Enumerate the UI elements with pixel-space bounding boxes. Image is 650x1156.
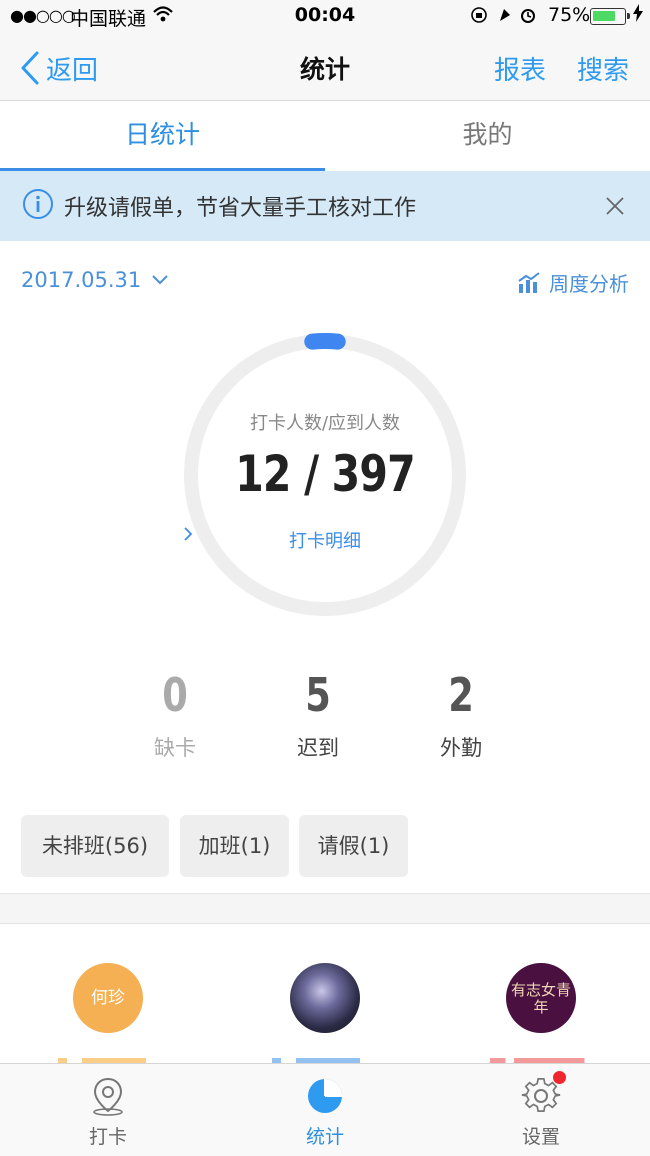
stat-field-work[interactable]: 2 外勤 <box>401 668 521 762</box>
battery-level <box>593 11 615 21</box>
ring-caption: 打卡人数/应到人数 <box>249 413 401 434</box>
back-button[interactable]: 返回 <box>20 48 98 88</box>
charging-icon <box>632 3 644 28</box>
info-icon <box>23 189 53 219</box>
battery-icon <box>590 8 630 25</box>
status-icons <box>470 4 544 31</box>
tabbar-label: 统计 <box>305 1126 344 1148</box>
date-selector[interactable]: 2017.05.31 <box>21 268 169 292</box>
chip-overtime[interactable]: 加班(1) <box>180 815 289 877</box>
bar-chart-icon <box>518 271 540 293</box>
stat-label: 迟到 <box>297 736 339 760</box>
tabbar-label: 设置 <box>521 1126 560 1148</box>
stat-label: 缺卡 <box>154 736 196 760</box>
tabbar-punch[interactable]: 打卡 <box>48 1064 168 1156</box>
date-value: 2017.05.31 <box>21 268 142 292</box>
stat-label: 外勤 <box>440 736 482 760</box>
tabbar-label: 打卡 <box>88 1126 127 1148</box>
location-pin-icon <box>93 1077 123 1116</box>
report-button[interactable]: 报表 <box>494 50 546 87</box>
tabbar-stats[interactable]: 统计 <box>265 1064 385 1156</box>
search-button[interactable]: 搜索 <box>577 50 629 87</box>
stat-value: 2 <box>448 668 474 722</box>
chip-unscheduled[interactable]: 未排班(56) <box>21 815 169 877</box>
checkin-count: 12 / 397 <box>235 445 415 503</box>
tabbar-settings[interactable]: 设置 <box>481 1064 601 1156</box>
checkin-detail-link[interactable]: 打卡明细 <box>183 527 467 553</box>
stat-value: 0 <box>162 668 188 722</box>
segment-tabs: 日统计 我的 <box>0 101 650 171</box>
attendance-ring: 打卡人数/应到人数 12 / 397 打卡明细 <box>183 333 467 617</box>
close-icon[interactable] <box>604 195 626 217</box>
chip-leave[interactable]: 请假(1) <box>299 815 408 877</box>
chevron-left-icon <box>21 51 39 85</box>
pie-chart-icon <box>308 1079 342 1113</box>
checkin-detail-label: 打卡明细 <box>289 531 361 552</box>
stat-value: 5 <box>305 668 331 722</box>
navigation-bar: 返回 统计 报表 搜索 <box>0 34 650 101</box>
chevron-right-icon <box>184 527 193 541</box>
notification-badge <box>553 1071 566 1084</box>
weekly-analysis-label: 周度分析 <box>549 272 629 296</box>
stat-missing-card[interactable]: 0 缺卡 <box>115 668 235 762</box>
stat-late[interactable]: 5 迟到 <box>258 668 378 762</box>
avatar[interactable]: 有志女青年 <box>506 963 576 1033</box>
tab-daily-stats[interactable]: 日统计 <box>0 101 325 171</box>
upgrade-banner[interactable]: 升级请假单，节省大量手工核对工作 <box>0 171 650 241</box>
bottom-tab-bar: 打卡 统计 设置 <box>0 1063 650 1156</box>
avatar[interactable] <box>290 963 360 1033</box>
weekly-analysis-link[interactable]: 周度分析 <box>517 268 629 297</box>
tab-mine[interactable]: 我的 <box>325 101 650 171</box>
status-bar: ●●○○○ 中国联通 00:04 75% <box>0 0 650 34</box>
avatar[interactable]: 何珍 <box>73 963 143 1033</box>
battery-percent: 75% <box>548 4 591 26</box>
banner-text: 升级请假单，节省大量手工核对工作 <box>64 196 417 221</box>
section-divider <box>0 893 650 924</box>
back-label: 返回 <box>46 55 99 86</box>
chevron-down-icon <box>152 275 168 285</box>
